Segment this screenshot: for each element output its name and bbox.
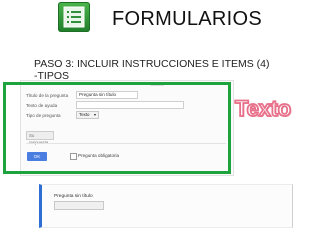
drag-handle[interactable] [150, 82, 164, 86]
preview-answer-field[interactable] [54, 201, 104, 210]
required-label: Pregunta obligatoria [78, 153, 120, 158]
step-line-2: -TIPOS [34, 70, 70, 79]
preview-question-label: Pregunta sin título [54, 194, 93, 199]
question-title-label: Título de la pregunta [26, 93, 69, 98]
divider [26, 143, 226, 144]
required-checkbox[interactable] [70, 153, 77, 160]
step-instructions: PASO 3: INCLUIR INSTRUCCIONES E ITEMS (4… [34, 58, 294, 79]
google-forms-icon [58, 2, 90, 32]
slide-title: FORMULARIOS [112, 8, 262, 30]
question-type-value: Texto [79, 112, 90, 117]
step-line-1: PASO 3: INCLUIR INSTRUCCIONES E ITEMS (4… [34, 58, 270, 70]
ok-button[interactable]: OK [27, 152, 47, 161]
answer-preview-field: Su respuesta [26, 131, 54, 145]
help-text-input[interactable] [76, 101, 184, 109]
question-title-input[interactable]: Pregunta sin título [76, 91, 138, 99]
question-type-select[interactable]: Texto ▾ [76, 111, 99, 119]
callout-label: Texto [234, 95, 292, 122]
chevron-down-icon: ▾ [93, 112, 96, 117]
question-type-label: Tipo de pregunta [26, 113, 61, 118]
help-text-label: Texto de ayuda [26, 103, 58, 108]
